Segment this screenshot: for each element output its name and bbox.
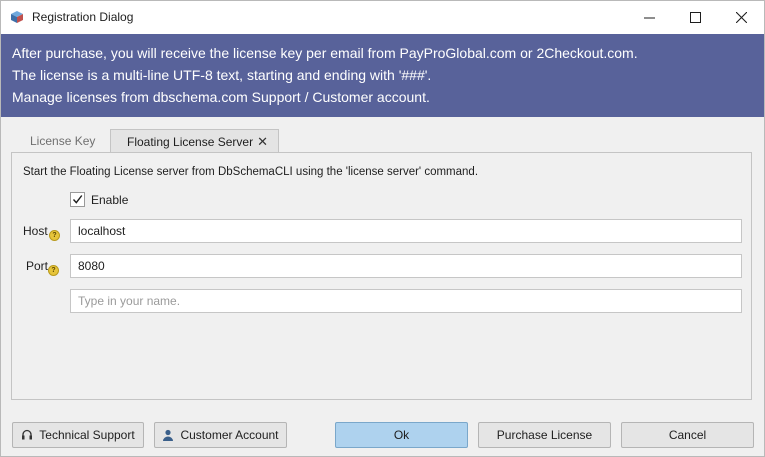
- customer-account-button[interactable]: Customer Account: [154, 422, 287, 448]
- headset-icon: [21, 429, 33, 441]
- banner-line: Manage licenses from dbschema.com Suppor…: [12, 89, 430, 105]
- window-title: Registration Dialog: [32, 10, 134, 24]
- button-label: Technical Support: [39, 428, 135, 442]
- close-icon: [735, 12, 747, 23]
- checkmark-icon: [72, 195, 83, 204]
- ok-button[interactable]: Ok: [335, 422, 468, 448]
- button-label: Purchase License: [496, 428, 593, 442]
- help-icon[interactable]: ?: [49, 230, 60, 241]
- maximize-button[interactable]: [672, 1, 718, 34]
- user-icon: [162, 429, 174, 441]
- instruction-text: Start the Floating License server from D…: [23, 166, 479, 178]
- maximize-icon: [689, 12, 701, 23]
- minimize-icon: [643, 17, 655, 19]
- tab-close-icon[interactable]: ✕: [257, 135, 268, 148]
- enable-label: Enable: [91, 193, 129, 207]
- button-label: Cancel: [668, 428, 707, 442]
- purchase-license-button[interactable]: Purchase License: [478, 422, 611, 448]
- port-label: Port: [26, 259, 49, 273]
- title-bar[interactable]: Registration Dialog: [1, 1, 764, 34]
- port-input[interactable]: 8080: [70, 254, 742, 278]
- minimize-button[interactable]: [626, 1, 672, 34]
- tab-license-key[interactable]: License Key: [13, 129, 109, 153]
- tab-label: License Key: [30, 134, 96, 148]
- enable-checkbox[interactable]: [70, 192, 85, 207]
- banner-line: After purchase, you will receive the lic…: [12, 45, 638, 61]
- technical-support-button[interactable]: Technical Support: [12, 422, 144, 448]
- button-label: Customer Account: [180, 428, 279, 442]
- close-button[interactable]: [718, 1, 764, 34]
- name-input[interactable]: Type in your name.: [70, 289, 742, 313]
- database-cube-icon: [11, 11, 23, 23]
- cancel-button[interactable]: Cancel: [621, 422, 754, 448]
- host-label: Host: [23, 224, 48, 238]
- host-input[interactable]: localhost: [70, 219, 742, 243]
- registration-dialog: Registration Dialog After purchase, you …: [0, 0, 765, 457]
- info-banner: After purchase, you will receive the lic…: [1, 34, 764, 117]
- help-icon[interactable]: ?: [48, 265, 59, 276]
- banner-line: The license is a multi-line UTF-8 text, …: [12, 67, 432, 83]
- tab-label: Floating License Server: [127, 134, 254, 149]
- tab-floating-license-server[interactable]: Floating License Server ✕: [110, 129, 279, 153]
- button-label: Ok: [393, 428, 410, 442]
